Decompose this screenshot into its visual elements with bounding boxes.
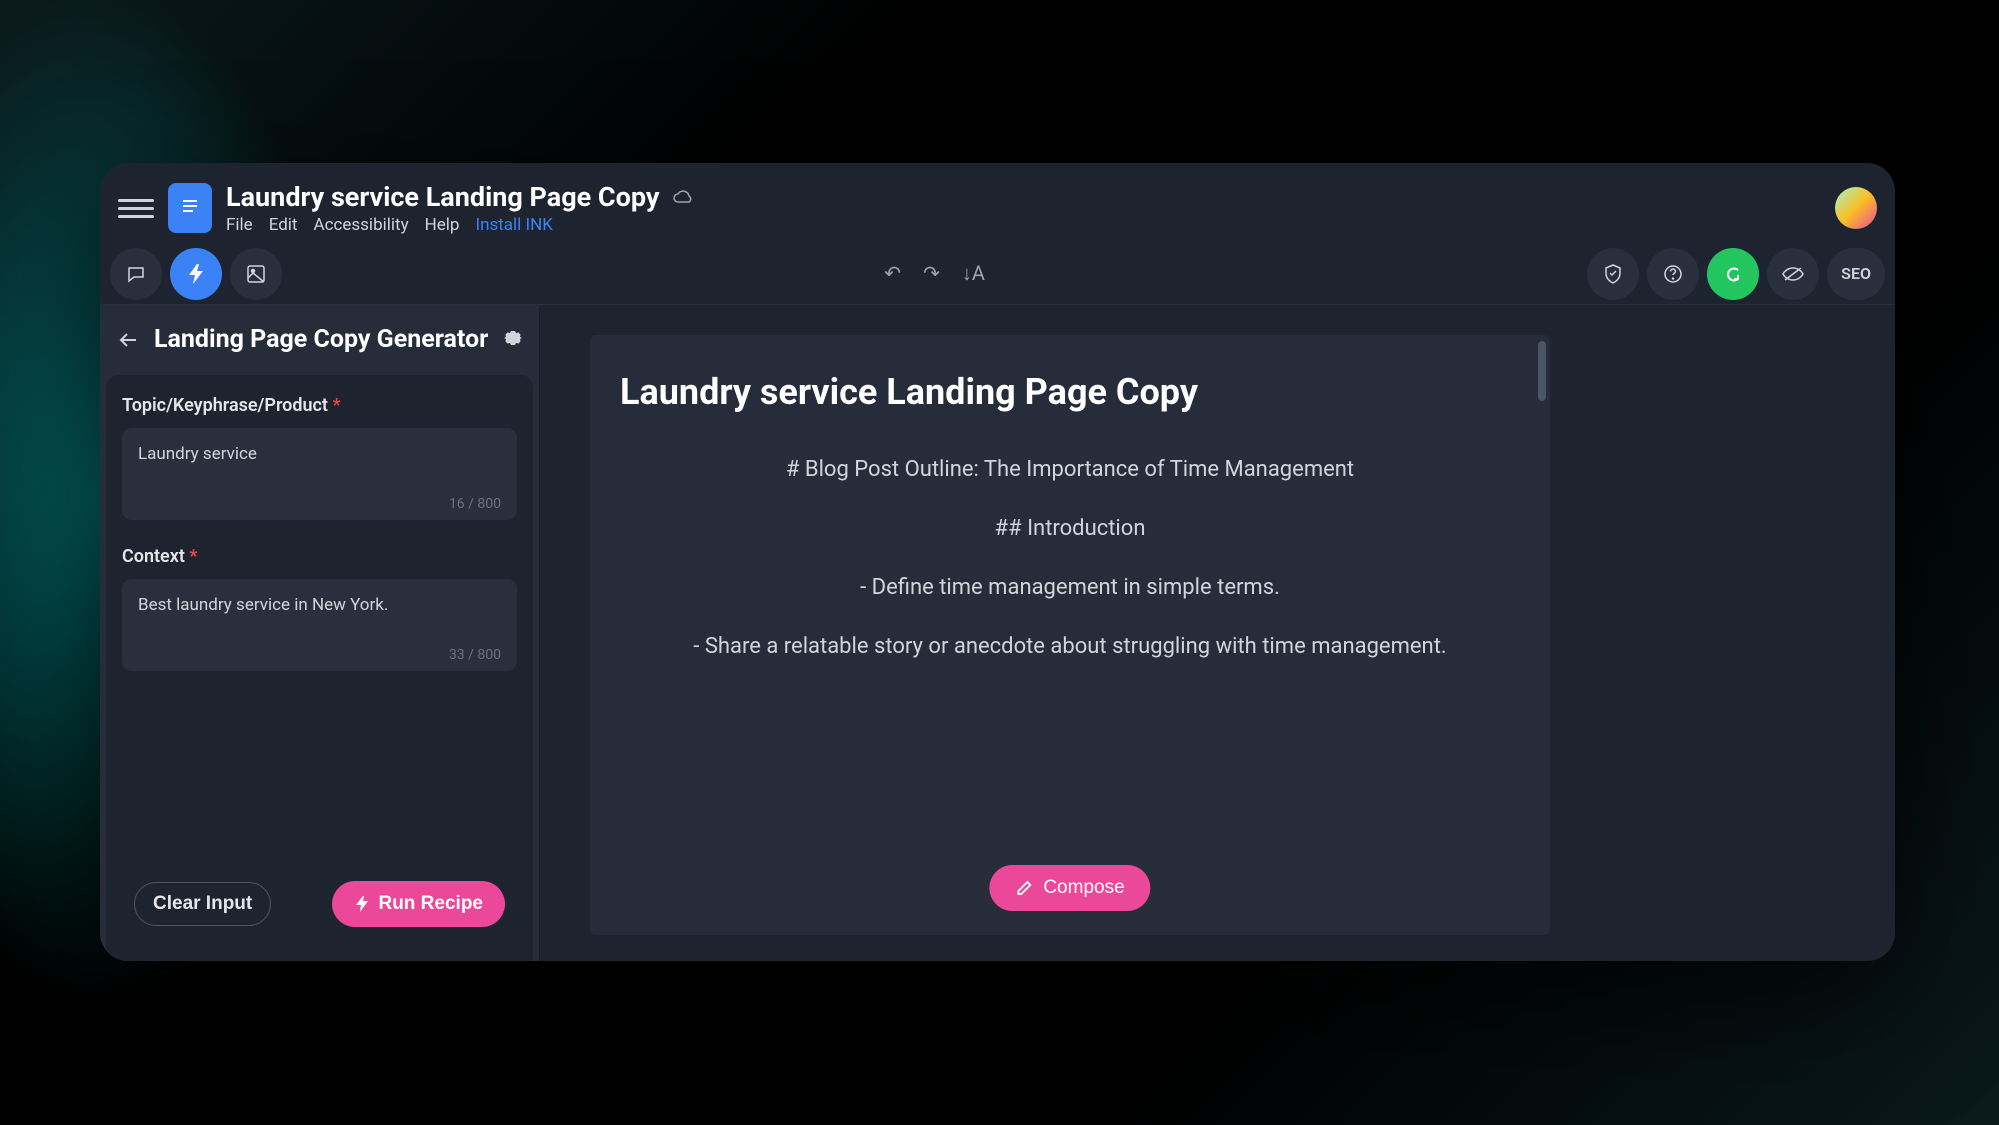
topbar: Laundry service Landing Page Copy File E… [100,163,1895,243]
shield-icon[interactable] [1587,248,1639,300]
toolbar: ↶ ↷ ↓A SEO [100,243,1895,305]
clear-button[interactable]: Clear Input [134,882,271,926]
gear-icon[interactable] [501,326,525,354]
app-window: Laundry service Landing Page Copy File E… [100,163,1895,961]
form-area: Topic/Keyphrase/Product * 16 / 800 Conte… [106,375,533,961]
redo-icon[interactable]: ↷ [923,261,940,286]
field2-label: Context * [122,546,517,567]
sidebar: Landing Page Copy Generator Topic/Keyphr… [100,305,540,961]
field2-textarea[interactable] [138,595,501,643]
editor-card[interactable]: Laundry service Landing Page Copy # Blog… [590,335,1550,935]
undo-icon[interactable]: ↶ [884,261,901,286]
editor-line: ## Introduction [620,512,1520,545]
menu-accessibility[interactable]: Accessibility [313,215,408,235]
sidebar-title: Landing Page Copy Generator [154,325,489,355]
editor-line: # Blog Post Outline: The Importance of T… [620,453,1520,486]
editor: Laundry service Landing Page Copy # Blog… [540,305,1895,961]
visibility-icon[interactable] [1767,248,1819,300]
title-block: Laundry service Landing Page Copy File E… [226,181,1821,235]
compose-label: Compose [1043,877,1124,899]
document-title[interactable]: Laundry service Landing Page Copy [226,181,659,213]
seo-button[interactable]: SEO [1827,248,1885,300]
sidebar-header: Landing Page Copy Generator [100,305,539,375]
image-icon[interactable] [230,248,282,300]
menu-install[interactable]: Install INK [475,215,553,235]
editor-content[interactable]: # Blog Post Outline: The Importance of T… [620,453,1520,663]
field1-input[interactable]: 16 / 800 [122,428,517,520]
field1-count: 16 / 800 [138,496,501,512]
field1-label: Topic/Keyphrase/Product * [122,395,517,416]
menu-help[interactable]: Help [425,215,460,235]
toolbar-center: ↶ ↷ ↓A [290,261,1579,286]
menu-edit[interactable]: Edit [269,215,298,235]
field2-input[interactable]: 33 / 800 [122,579,517,671]
bolt-icon[interactable] [170,248,222,300]
seo-label: SEO [1841,264,1871,283]
field2-count: 33 / 800 [138,647,501,663]
field1-textarea[interactable] [138,444,501,492]
bolt-small-icon [354,895,370,913]
run-button[interactable]: Run Recipe [332,881,505,927]
help-icon[interactable] [1647,248,1699,300]
run-label: Run Recipe [378,893,483,915]
grammarly-icon[interactable] [1707,248,1759,300]
cloud-sync-icon [673,181,695,213]
scrollbar-thumb[interactable] [1538,341,1546,401]
editor-heading[interactable]: Laundry service Landing Page Copy [620,371,1520,413]
chat-icon[interactable] [110,248,162,300]
compose-button[interactable]: Compose [989,865,1150,911]
body: Landing Page Copy Generator Topic/Keyphr… [100,305,1895,961]
menu-file[interactable]: File [226,215,253,235]
sidebar-footer: Clear Input Run Recipe [122,867,517,941]
hamburger-menu[interactable] [118,190,154,226]
back-arrow-icon[interactable] [114,326,142,354]
editor-line: - Share a relatable story or anecdote ab… [620,630,1520,663]
text-size-icon[interactable]: ↓A [962,261,985,286]
pencil-icon [1015,879,1033,897]
document-icon [168,183,212,233]
editor-line: - Define time management in simple terms… [620,571,1520,604]
menu-bar: File Edit Accessibility Help Install INK [226,215,1821,235]
avatar[interactable] [1835,187,1877,229]
